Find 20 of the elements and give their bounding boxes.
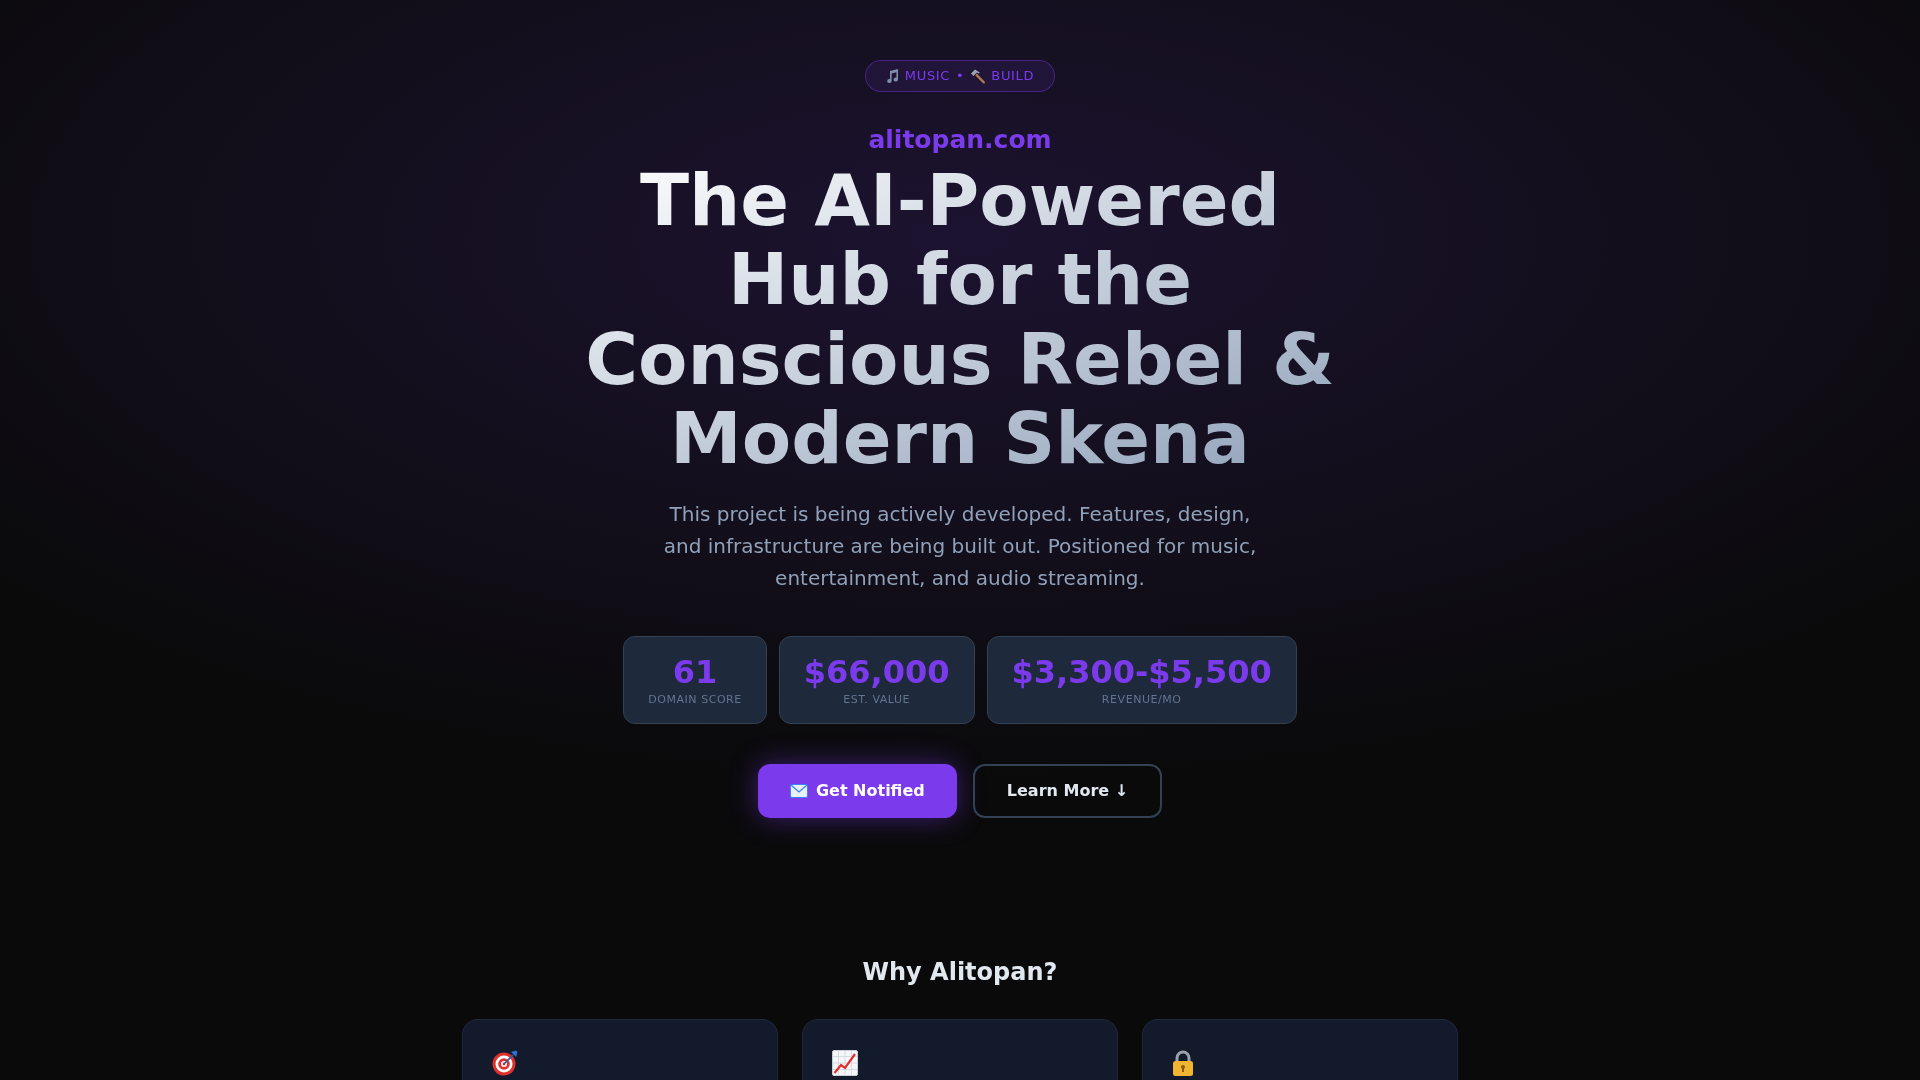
stat-value: $3,300-$5,500 — [1011, 652, 1272, 692]
hero-description: This project is being actively developed. Features, design, and infrastructure are being built out. Positioned for music, entertainment, and audio streaming. — [662, 501, 1258, 592]
badge-label: MUSIC — [904, 67, 950, 86]
music-note-icon — [885, 69, 899, 84]
notify-button[interactable]: Get Notified — [757, 764, 957, 818]
badge-label: BUILD — [991, 67, 1035, 86]
target-icon — [492, 1050, 518, 1076]
envelope-icon — [789, 784, 808, 798]
rising-chart-icon — [832, 1050, 858, 1076]
stat-value: $66,000 — [803, 652, 950, 692]
stat-label: EST. VALUE — [843, 692, 911, 708]
separator-text: • — [956, 67, 965, 86]
stat-label: DOMAIN SCORE — [648, 692, 742, 708]
domain-name: alitopan.com — [868, 124, 1052, 157]
learn-more-button[interactable]: Learn More ↓ — [972, 764, 1163, 818]
stat-value: 61 — [672, 652, 718, 692]
padlock-icon — [1172, 1050, 1194, 1076]
hammer-icon — [970, 68, 986, 84]
stat-label: REVENUE/MO — [1101, 692, 1182, 708]
section-heading: Why Alitopan? — [862, 957, 1058, 988]
